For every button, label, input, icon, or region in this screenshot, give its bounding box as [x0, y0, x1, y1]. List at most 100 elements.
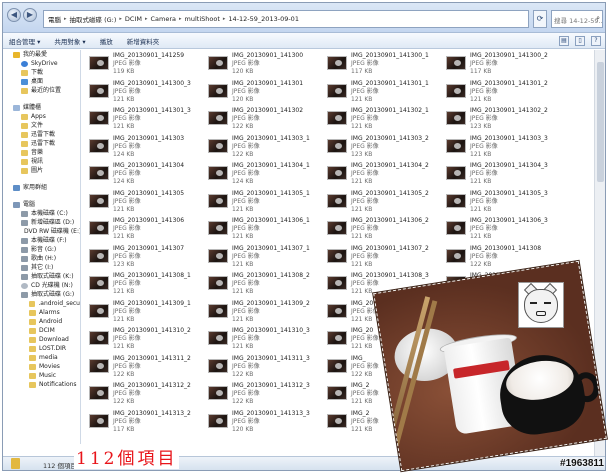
file-tile[interactable]: IMG_20130901_141310_3 JPEG 影像 121 KB — [208, 327, 327, 355]
file-tile[interactable]: IMG_20130901_141312_2 JPEG 影像 122 KB — [89, 382, 208, 410]
breadcrumb-item[interactable]: 電腦 — [48, 14, 61, 24]
breadcrumb-item[interactable]: Camera — [151, 15, 177, 23]
sidebar-item[interactable]: .android_secu — [3, 299, 80, 308]
file-tile[interactable]: IMG_20130901_141306_1 JPEG 影像 121 KB — [208, 217, 327, 245]
back-button[interactable]: ◀ — [7, 8, 21, 22]
breadcrumb-separator-icon[interactable]: ▸ — [64, 16, 67, 22]
sidebar-item[interactable]: 最近的位置 — [3, 86, 80, 95]
file-tile[interactable]: IMG_20130901_141305 JPEG 影像 121 KB — [89, 190, 208, 218]
file-tile[interactable]: IMG_20130901_141301 JPEG 影像 120 KB — [208, 80, 327, 108]
file-tile[interactable]: IMG_20130901_141306_3 JPEG 影像 121 KB — [446, 217, 565, 245]
file-tile[interactable]: IMG_20130901_141307_2 JPEG 影像 121 KB — [327, 245, 446, 273]
file-tile[interactable]: IMG_20130901_141308_1 JPEG 影像 121 KB — [89, 272, 208, 300]
sidebar-item[interactable]: Alarms — [3, 308, 80, 317]
file-tile[interactable]: IMG_20130901_141310_2 JPEG 影像 121 KB — [89, 327, 208, 355]
new-folder-button[interactable]: 新增資料夾 — [127, 36, 160, 46]
breadcrumb-separator-icon[interactable]: ▸ — [119, 16, 122, 22]
file-tile[interactable]: IMG_20130901_141301_3 JPEG 影像 121 KB — [89, 107, 208, 135]
file-tile[interactable]: IMG_20130901_141307 JPEG 影像 123 KB — [89, 245, 208, 273]
sidebar-item[interactable]: Music — [3, 371, 80, 380]
file-tile[interactable]: IMG_20130901_141302_2 JPEG 影像 123 KB — [446, 107, 565, 135]
sidebar-item[interactable]: 音樂 — [3, 148, 80, 157]
file-tile[interactable]: IMG_20130901_141300_3 JPEG 影像 121 KB — [89, 80, 208, 108]
file-tile[interactable]: IMG_20130901_141301_2 JPEG 影像 121 KB — [446, 80, 565, 108]
file-tile[interactable]: IMG_20130901_141304_1 JPEG 影像 124 KB — [208, 162, 327, 190]
breadcrumb-separator-icon[interactable]: ▸ — [179, 16, 182, 22]
file-tile[interactable]: IMG_20130901_141306_2 JPEG 影像 121 KB — [327, 217, 446, 245]
file-tile[interactable]: IMG_20130901_141313_3 JPEG 影像 120 KB — [208, 410, 327, 438]
breadcrumb-item[interactable]: 14-12-59_2013-09-01 — [228, 15, 299, 23]
breadcrumb-separator-icon[interactable]: ▸ — [145, 16, 148, 22]
sidebar-item[interactable]: Notifications — [3, 380, 80, 389]
file-tile[interactable]: IMG_20130901_141312_3 JPEG 影像 122 KB — [208, 382, 327, 410]
sidebar-item[interactable]: 家用群組 — [3, 183, 80, 192]
sidebar-item[interactable]: Android — [3, 317, 80, 326]
sidebar-item[interactable]: media — [3, 353, 80, 362]
file-tile[interactable]: IMG_20130901_141305_3 JPEG 影像 121 KB — [446, 190, 565, 218]
file-tile[interactable]: IMG_20130901_141307_1 JPEG 影像 121 KB — [208, 245, 327, 273]
breadcrumb-item[interactable]: multiShoot — [185, 15, 220, 23]
file-tile[interactable]: IMG_20130901_141303 JPEG 影像 124 KB — [89, 135, 208, 163]
file-tile[interactable]: IMG_20130901_141301_1 JPEG 影像 121 KB — [327, 80, 446, 108]
scrollbar-thumb[interactable] — [597, 62, 604, 182]
file-tile[interactable]: IMG_20130901_141306 JPEG 影像 121 KB — [89, 217, 208, 245]
file-tile[interactable]: IMG_20130901_141303_1 JPEG 影像 122 KB — [208, 135, 327, 163]
file-tile[interactable]: IMG_20130901_141311_3 JPEG 影像 122 KB — [208, 355, 327, 383]
file-tile[interactable]: IMG_20130901_141302 JPEG 影像 122 KB — [208, 107, 327, 135]
file-tile[interactable]: IMG_20130901_141308_2 JPEG 影像 121 KB — [208, 272, 327, 300]
sidebar-item[interactable]: 其它 (I:) — [3, 263, 80, 272]
view-options-icon[interactable]: ▤ — [559, 36, 569, 46]
breadcrumb-separator-icon[interactable]: ▸ — [223, 16, 226, 22]
forward-button[interactable]: ▶ — [23, 8, 37, 22]
sidebar-item[interactable]: 迅雷下載 — [3, 139, 80, 148]
slideshow-button[interactable]: 播放 — [100, 36, 113, 46]
sidebar-item[interactable]: 文件 — [3, 121, 80, 130]
file-tile[interactable]: IMG_20130901_141259 JPEG 影像 119 KB — [89, 52, 208, 80]
preview-pane-icon[interactable]: ▯ — [575, 36, 585, 46]
sidebar-item[interactable]: 下載 — [3, 68, 80, 77]
file-tile[interactable]: IMG_20130901_141304 JPEG 影像 124 KB — [89, 162, 208, 190]
file-tile[interactable]: IMG_20130901_141305_2 JPEG 影像 121 KB — [327, 190, 446, 218]
breadcrumb-item[interactable]: 抽取式磁碟 (G:) — [70, 14, 117, 24]
sidebar-item[interactable]: 新增磁碟區 (D:) — [3, 218, 80, 227]
sidebar-item[interactable]: 電腦 — [3, 200, 80, 209]
sidebar-item[interactable]: 視訊 — [3, 157, 80, 166]
file-tile[interactable]: IMG_20130901_141304_3 JPEG 影像 121 KB — [446, 162, 565, 190]
sidebar-item[interactable]: Download — [3, 335, 80, 344]
sidebar-item[interactable]: 本機磁碟 (F:) — [3, 236, 80, 245]
sidebar-item[interactable]: Movies — [3, 362, 80, 371]
help-icon[interactable]: ? — [591, 36, 601, 46]
sidebar-item[interactable]: DVD RW 磁碟機 (E:) — [3, 227, 80, 236]
sidebar-item[interactable]: SkyDrive — [3, 59, 80, 68]
sidebar-item[interactable]: 桌面 — [3, 77, 80, 86]
file-tile[interactable]: IMG_20130901_141300 JPEG 影像 120 KB — [208, 52, 327, 80]
file-tile[interactable]: IMG_20130901_141300_2 JPEG 影像 117 KB — [446, 52, 565, 80]
sidebar-item[interactable]: 抽取式磁碟 (G:) — [3, 290, 80, 299]
search-input[interactable]: 搜尋 14-12-59... ⌕ — [551, 10, 603, 28]
sidebar-item[interactable]: 迅雷下載 — [3, 130, 80, 139]
sidebar-item[interactable]: LOST.DIR — [3, 344, 80, 353]
sidebar-item[interactable]: CD 光碟機 (N:) — [3, 281, 80, 290]
file-tile[interactable]: IMG_20130901_141303_2 JPEG 影像 123 KB — [327, 135, 446, 163]
share-button[interactable]: 共用對象 ▾ — [54, 36, 85, 46]
sidebar-item[interactable]: 歌曲 (H:) — [3, 254, 80, 263]
organize-button[interactable]: 組合管理 ▾ — [9, 36, 40, 46]
breadcrumb-item[interactable]: DCIM — [125, 15, 142, 23]
file-tile[interactable]: IMG_20130901_141305_1 JPEG 影像 121 KB — [208, 190, 327, 218]
file-tile[interactable]: IMG_20130901_141302_1 JPEG 影像 121 KB — [327, 107, 446, 135]
file-tile[interactable]: IMG_20130901_141300_1 JPEG 影像 117 KB — [327, 52, 446, 80]
file-tile[interactable]: IMG_20130901_141304_2 JPEG 影像 121 KB — [327, 162, 446, 190]
breadcrumb[interactable]: 電腦 ▸ 抽取式磁碟 (G:) ▸ DCIM ▸ Camera ▸ multiShoot ▸ 14-… — [43, 10, 529, 28]
sidebar-item[interactable]: 本機磁碟 (C:) — [3, 209, 80, 218]
sidebar-item[interactable]: DCIM — [3, 326, 80, 335]
file-tile[interactable]: IMG_20130901_141309_1 JPEG 影像 121 KB — [89, 300, 208, 328]
file-tile[interactable]: IMG_20130901_141311_2 JPEG 影像 122 KB — [89, 355, 208, 383]
sidebar-item[interactable]: 我的最愛 — [3, 50, 80, 59]
sidebar-item[interactable]: Apps — [3, 112, 80, 121]
sidebar-item[interactable]: 影音 (G:) — [3, 245, 80, 254]
file-tile[interactable]: IMG_20130901_141303_3 JPEG 影像 121 KB — [446, 135, 565, 163]
refresh-button[interactable]: ⟳ — [533, 10, 547, 28]
sidebar-item[interactable]: 抽取式磁碟 (K:) — [3, 272, 80, 281]
sidebar-item[interactable]: 媒體櫃 — [3, 103, 80, 112]
sidebar-item[interactable]: 圖片 — [3, 166, 80, 175]
